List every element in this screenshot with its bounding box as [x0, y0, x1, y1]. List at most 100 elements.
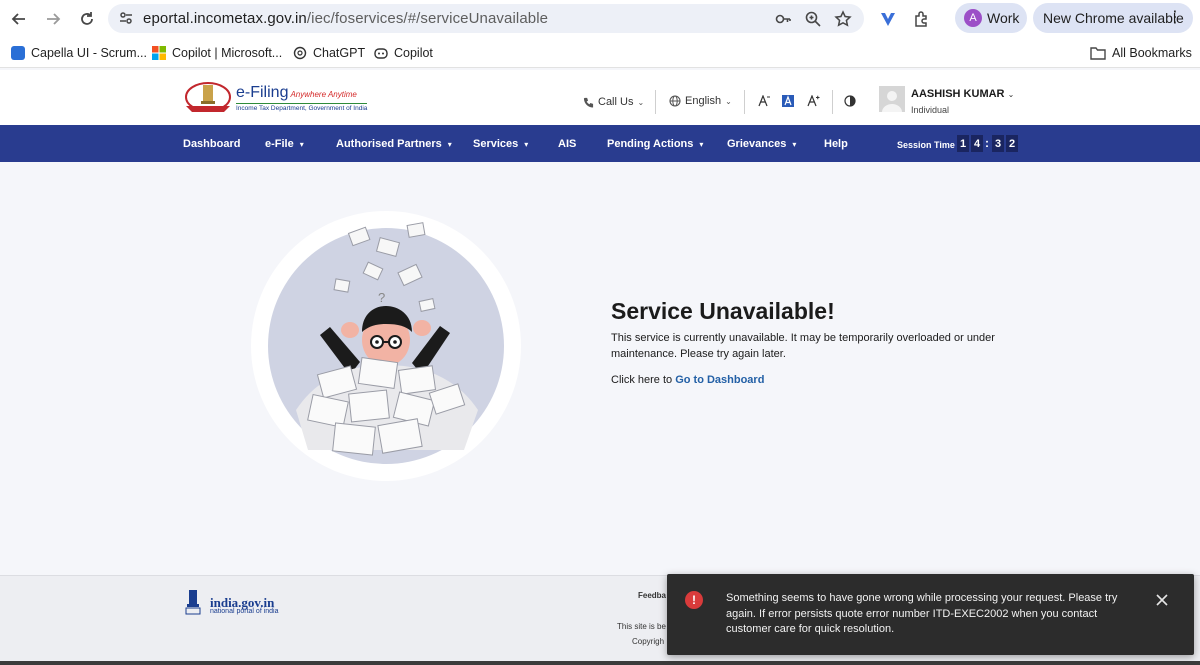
font-decrease-button[interactable] [758, 95, 770, 107]
main-navigation: Dashboard e-File ▾ Authorised Partners ▾ S… [0, 125, 1200, 162]
profile-avatar: A [964, 9, 982, 27]
chevron-down-icon: ▾ [524, 139, 529, 149]
bookmark-label: Copilot | Microsoft... [172, 46, 283, 60]
main-content: ? Service Unavailable! This service is c… [0, 162, 1200, 575]
all-bookmarks-button[interactable]: All Bookmarks [1090, 44, 1192, 62]
folder-icon [1090, 47, 1106, 60]
chevron-down-icon: ⌄ [1007, 90, 1015, 99]
go-to-dashboard-link[interactable]: Go to Dashboard [675, 374, 764, 386]
session-time-label: Session Time [897, 140, 955, 150]
toast-message: Something seems to have gone wrong while… [726, 592, 1118, 635]
brand-tagline: Anywhere Anytime [290, 90, 357, 99]
nav-services[interactable]: Services ▾ [473, 138, 528, 150]
india-gov-subtitle: national portal of india [210, 608, 279, 615]
nav-help[interactable]: Help [824, 138, 848, 150]
nav-label: Services [473, 138, 519, 150]
chevron-down-icon: ▾ [447, 139, 452, 149]
call-us-label: Call Us [598, 96, 634, 108]
feedback-link[interactable]: Feedba [638, 591, 666, 600]
brand-title: e-Filing [236, 84, 289, 101]
microsoft-icon [152, 46, 166, 60]
font-normal-icon [782, 95, 794, 107]
session-digit: 1 [957, 135, 969, 152]
menu-kebab-icon[interactable]: ⋮ [1167, 10, 1183, 26]
bookmark-chatgpt[interactable]: ChatGPT [293, 44, 365, 62]
efiling-brand[interactable]: e-Filing Anywhere Anytime [236, 84, 357, 102]
chevron-down-icon: ⌄ [637, 97, 645, 107]
all-bookmarks-label: All Bookmarks [1112, 46, 1192, 60]
key-icon[interactable] [774, 10, 792, 28]
link-prefix: Click here to [611, 374, 673, 386]
income-tax-emblem-icon[interactable] [184, 80, 232, 114]
nav-dashboard[interactable]: Dashboard [183, 138, 240, 150]
nav-label: Help [824, 138, 848, 150]
bookmark-label: Capella UI - Scrum... [31, 46, 148, 60]
user-menu[interactable]: AASHISH KUMAR ⌄ [911, 88, 1014, 100]
language-selector[interactable]: English ⌄ [669, 95, 732, 107]
forward-arrow-icon[interactable] [42, 8, 64, 30]
chatgpt-icon [293, 46, 307, 60]
capella-icon [11, 46, 25, 60]
copilot-icon [374, 48, 388, 59]
session-digit: 3 [992, 135, 1004, 152]
bookmark-capella[interactable]: Capella UI - Scrum... [11, 44, 147, 62]
extensions-puzzle-icon[interactable] [911, 8, 933, 30]
browser-toolbar: eportal.incometax.gov.in/iec/foservices/… [0, 0, 1200, 37]
nav-pending-actions[interactable]: Pending Actions ▾ [607, 138, 703, 150]
bookmark-label: ChatGPT [313, 46, 366, 60]
page-title: Service Unavailable! [611, 298, 835, 324]
header-divider [655, 90, 656, 114]
nav-label: e-File [265, 138, 294, 150]
url-text[interactable]: eportal.incometax.gov.in/iec/foservices/… [143, 10, 548, 27]
nav-efile[interactable]: e-File ▾ [265, 138, 304, 150]
font-increase-button[interactable] [807, 95, 820, 107]
copyright-text: Copyrigh [632, 637, 665, 646]
session-colon: : [985, 136, 989, 150]
error-toast: ! Something seems to have gone wrong whi… [667, 574, 1194, 655]
font-increase-icon [807, 95, 820, 107]
nav-ais[interactable]: AIS [558, 138, 576, 150]
chrome-update-button[interactable]: New Chrome available ⋮ [1033, 3, 1193, 33]
call-us-menu[interactable]: Call Us ⌄ [583, 96, 644, 108]
chevron-down-icon: ▾ [792, 139, 797, 149]
font-normal-button[interactable] [782, 95, 794, 107]
chevron-down-icon: ▾ [699, 139, 704, 149]
contrast-toggle[interactable] [844, 95, 856, 107]
language-label: English [685, 95, 722, 107]
nav-label: Dashboard [183, 138, 241, 150]
extension-v-icon[interactable] [877, 8, 899, 30]
brand-subtitle: Income Tax Department, Government of Ind… [236, 103, 368, 112]
bookmark-copilot-microsoft[interactable]: Copilot | Microsoft... [152, 44, 282, 62]
window-bottom-edge [0, 661, 1200, 665]
close-icon[interactable] [1153, 591, 1171, 609]
address-bar[interactable]: eportal.incometax.gov.in/iec/foservices/… [108, 4, 864, 33]
globe-icon [669, 95, 681, 107]
site-settings-icon[interactable] [118, 10, 134, 26]
overwhelmed-person-illustration: ? [251, 211, 521, 481]
zoom-icon[interactable] [804, 10, 822, 28]
user-role: Individual [911, 105, 950, 115]
url-path: /iec/foservices/#/serviceUnavailable [306, 10, 549, 27]
update-label: New Chrome available [1043, 10, 1184, 26]
back-arrow-icon[interactable] [8, 8, 30, 30]
profile-button[interactable]: A Work [955, 3, 1027, 33]
svg-text:?: ? [378, 290, 385, 305]
bookmark-label: Copilot [394, 46, 433, 60]
user-name: AASHISH KUMAR [911, 88, 1005, 100]
chevron-down-icon: ⌄ [725, 96, 732, 106]
url-host: eportal.incometax.gov.in [143, 10, 307, 27]
bookmark-copilot[interactable]: Copilot [374, 44, 433, 62]
header-divider [744, 90, 745, 114]
nav-label: AIS [558, 138, 577, 150]
nav-label: Pending Actions [607, 138, 694, 150]
nav-grievances[interactable]: Grievances ▾ [727, 138, 796, 150]
reload-icon[interactable] [76, 8, 98, 30]
nav-authorised-partners[interactable]: Authorised Partners ▾ [336, 138, 452, 150]
portal-header: e-Filing Anywhere Anytime Income Tax Depa… [0, 70, 1200, 125]
star-icon[interactable] [834, 10, 852, 28]
national-emblem-icon[interactable] [183, 588, 203, 618]
nav-label: Authorised Partners [336, 138, 442, 150]
phone-icon [583, 97, 594, 108]
user-avatar[interactable] [879, 86, 905, 112]
chevron-down-icon: ▾ [299, 139, 304, 149]
